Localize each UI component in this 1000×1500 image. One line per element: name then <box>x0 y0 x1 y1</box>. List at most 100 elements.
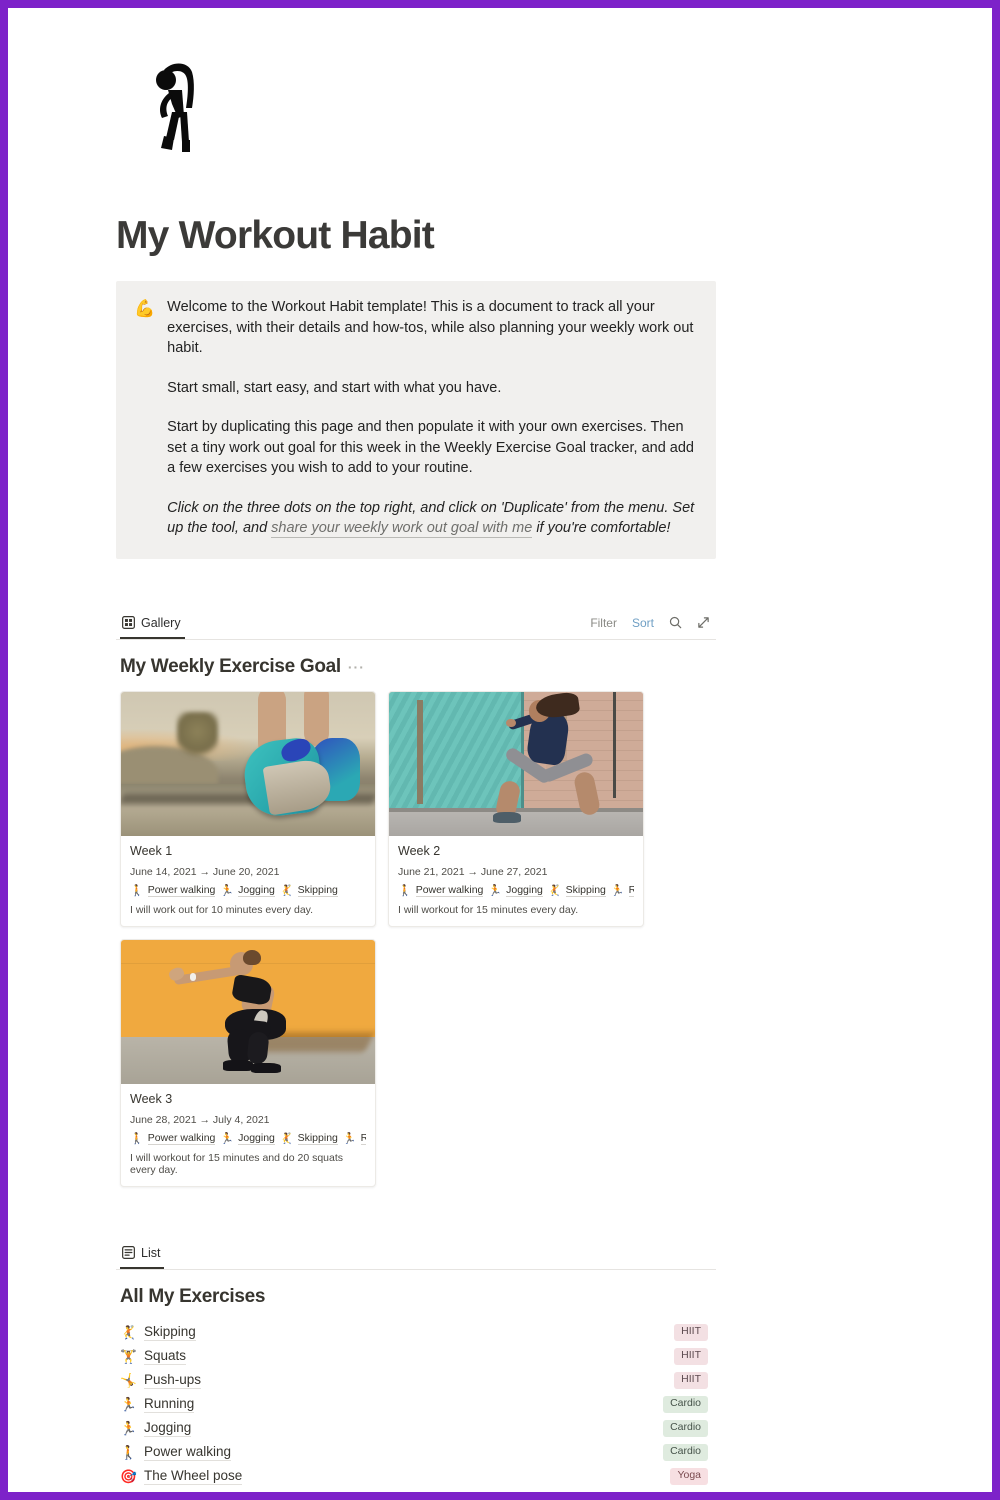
list-toolbar: List <box>116 1237 716 1270</box>
exercise-name[interactable]: The Wheel pose <box>144 1468 243 1485</box>
relation-chip[interactable]: 🚶 Power walking <box>130 1132 216 1145</box>
relation-chip[interactable]: 🏃 Jogging <box>220 883 275 897</box>
gallery-toolbar: Gallery Filter Sort <box>116 607 716 640</box>
list-item[interactable]: 🤾 Skipping HIIT <box>120 1321 716 1345</box>
card-cover-image <box>389 691 643 836</box>
category-tag: Cardio <box>663 1396 708 1413</box>
relation-chip[interactable]: 🏃Running <box>343 1132 366 1145</box>
gallery-card-grid: Week 1 June 14, 2021 → June 20, 2021 🚶 Po… <box>116 690 716 1187</box>
gallery-database-title[interactable]: My Weekly Exercise Goal ··· <box>120 656 716 678</box>
gallery-card[interactable]: Week 1 June 14, 2021 → June 20, 2021 🚶 Po… <box>120 690 376 927</box>
card-note: I will work out for 10 minutes every day… <box>130 903 314 916</box>
expand-icon[interactable] <box>697 616 710 629</box>
callout-body: Welcome to the Workout Habit template! T… <box>167 297 698 539</box>
filter-button[interactable]: Filter <box>590 616 617 630</box>
walking-icon: 🚶 <box>130 1132 144 1145</box>
card-title[interactable]: Week 2 <box>398 844 634 858</box>
relation-chip[interactable]: 🤾 Skipping <box>280 884 338 897</box>
exercise-name[interactable]: Push-ups <box>144 1372 202 1389</box>
running-icon: 🏃 <box>488 884 503 897</box>
relation-chip[interactable]: 🏃 Jogging <box>488 883 543 897</box>
relation-chip[interactable]: 🚶 Power walking <box>130 883 216 897</box>
person-stretching-glyph <box>156 63 194 152</box>
relation-label: Jogging <box>506 883 543 897</box>
list-item[interactable]: 🏃 Running Cardio <box>120 1393 716 1417</box>
list-item[interactable]: 🚶 Power walking Cardio <box>120 1441 716 1465</box>
category-tag: Cardio <box>663 1420 708 1437</box>
running-icon: 🏃 <box>220 1132 235 1145</box>
category-tag: HIIT <box>674 1372 708 1389</box>
card-note: I will workout for 15 minutes and do 20 … <box>130 1151 344 1176</box>
gallery-card[interactable]: Week 3 June 28, 2021 → July 4, 2021 🚶 Pow… <box>120 938 376 1187</box>
list-item[interactable]: 🏃 Jogging Cardio <box>120 1417 716 1441</box>
callout-paragraph: Start small, start easy, and start with … <box>167 379 502 396</box>
exercise-name[interactable]: Squats <box>144 1348 187 1365</box>
running-icon: 🏃 <box>220 884 235 897</box>
relation-chip[interactable]: 🏃 Jogging <box>220 1131 275 1145</box>
gallery-options-icon[interactable]: ··· <box>348 659 365 675</box>
callout-paragraph: Start by duplicating this page and then … <box>167 419 694 476</box>
card-date-range: June 21, 2021 → June 27, 2021 <box>398 865 548 878</box>
card-title[interactable]: Week 3 <box>130 1092 366 1106</box>
list-title-text: All My Exercises <box>120 1285 266 1307</box>
exercise-list: 🤾 Skipping HIIT 🏋 Squats HIIT 🤸 Push-ups… <box>116 1321 716 1493</box>
weekly-goal-database: Gallery Filter Sort My Weekly Exercise G… <box>116 607 716 1187</box>
welcome-callout: 💪 Welcome to the Workout Habit template!… <box>116 281 716 559</box>
card-cover-image <box>121 691 375 836</box>
relation-label: Skipping <box>565 883 606 897</box>
jogging-icon: 🏃 <box>120 1420 137 1436</box>
list-database-title[interactable]: All My Exercises <box>120 1286 716 1308</box>
squats-icon: 🏋 <box>120 1348 137 1364</box>
card-relations: 🚶 Power walking 🏃 Jogging 🤾 Skipping <box>130 884 366 897</box>
relation-chip[interactable]: 🤾 Skipping <box>280 1132 338 1145</box>
gallery-card[interactable]: Week 2 June 21, 2021 → June 27, 2021 🚶 Po… <box>388 690 644 927</box>
pushup-icon: 🤸 <box>120 1372 137 1388</box>
share-goal-link[interactable]: share your weekly work out goal with me <box>271 520 533 538</box>
category-tag: HIIT <box>674 1348 708 1365</box>
person-stretching-icon[interactable] <box>142 50 716 170</box>
gallery-tool-group: Filter Sort <box>590 616 716 630</box>
walking-icon: 🚶 <box>130 884 144 897</box>
flexed-biceps-icon: 💪 <box>134 299 156 318</box>
tab-list-label: List <box>141 1245 161 1260</box>
page-title[interactable]: My Workout Habit <box>116 214 716 258</box>
card-relations: 🚶Power walking 🏃Jogging 🤾Skipping 🏃Runni… <box>130 1132 366 1145</box>
card-date-range: June 28, 2021 → July 4, 2021 <box>130 1113 270 1126</box>
list-item[interactable]: 🤸 Push-ups HIIT <box>120 1369 716 1393</box>
tab-list[interactable]: List <box>120 1236 164 1269</box>
exercise-name[interactable]: Jogging <box>144 1420 192 1437</box>
walking-icon: 🚶 <box>398 884 412 897</box>
card-note: I will workout for 15 minutes every day. <box>398 903 579 916</box>
card-title[interactable]: Week 1 <box>130 844 366 858</box>
relation-label: Jogging <box>238 883 275 897</box>
relation-label: Power walking <box>147 883 216 897</box>
relation-label: Skipping <box>297 1131 338 1145</box>
woman-running-photo <box>389 691 643 836</box>
list-view-icon <box>122 1246 135 1259</box>
sort-button[interactable]: Sort <box>632 616 654 630</box>
exercise-name[interactable]: Power walking <box>144 1444 232 1461</box>
search-icon[interactable] <box>669 616 682 629</box>
list-item[interactable]: 🐈 Cat-cow pose Yoga <box>120 1489 716 1493</box>
skipping-icon: 🤾 <box>120 1324 137 1340</box>
relation-label: Running <box>628 884 634 897</box>
instruction-text-after: if you're comfortable! <box>532 520 671 536</box>
card-date-range: June 14, 2021 → June 20, 2021 <box>130 865 280 878</box>
relation-label: Jogging <box>238 1131 275 1145</box>
skipping-icon: 🤾 <box>279 1132 294 1145</box>
list-item[interactable]: 🏋 Squats HIIT <box>120 1345 716 1369</box>
tab-gallery-label: Gallery <box>141 615 181 630</box>
relation-chip[interactable]: 🏃Running <box>611 884 634 897</box>
exercise-name[interactable]: Skipping <box>144 1324 196 1341</box>
list-item[interactable]: 🎯 The Wheel pose Yoga <box>120 1465 716 1489</box>
running-icon: 🏃 <box>610 884 625 897</box>
exercise-name[interactable]: Running <box>144 1396 195 1413</box>
all-exercises-database: List All My Exercises 🤾 Skipping HIIT 🏋 <box>116 1237 716 1493</box>
relation-chip[interactable]: 🤾 Skipping <box>548 884 606 897</box>
relation-chip[interactable]: 🚶 Power walking <box>398 884 484 897</box>
tab-gallery[interactable]: Gallery <box>120 606 185 639</box>
callout-instruction: Click on the three dots on the top right… <box>167 498 698 539</box>
gallery-view-icon <box>122 616 135 629</box>
card-cover-image <box>121 939 375 1084</box>
walking-icon: 🚶 <box>120 1444 137 1460</box>
